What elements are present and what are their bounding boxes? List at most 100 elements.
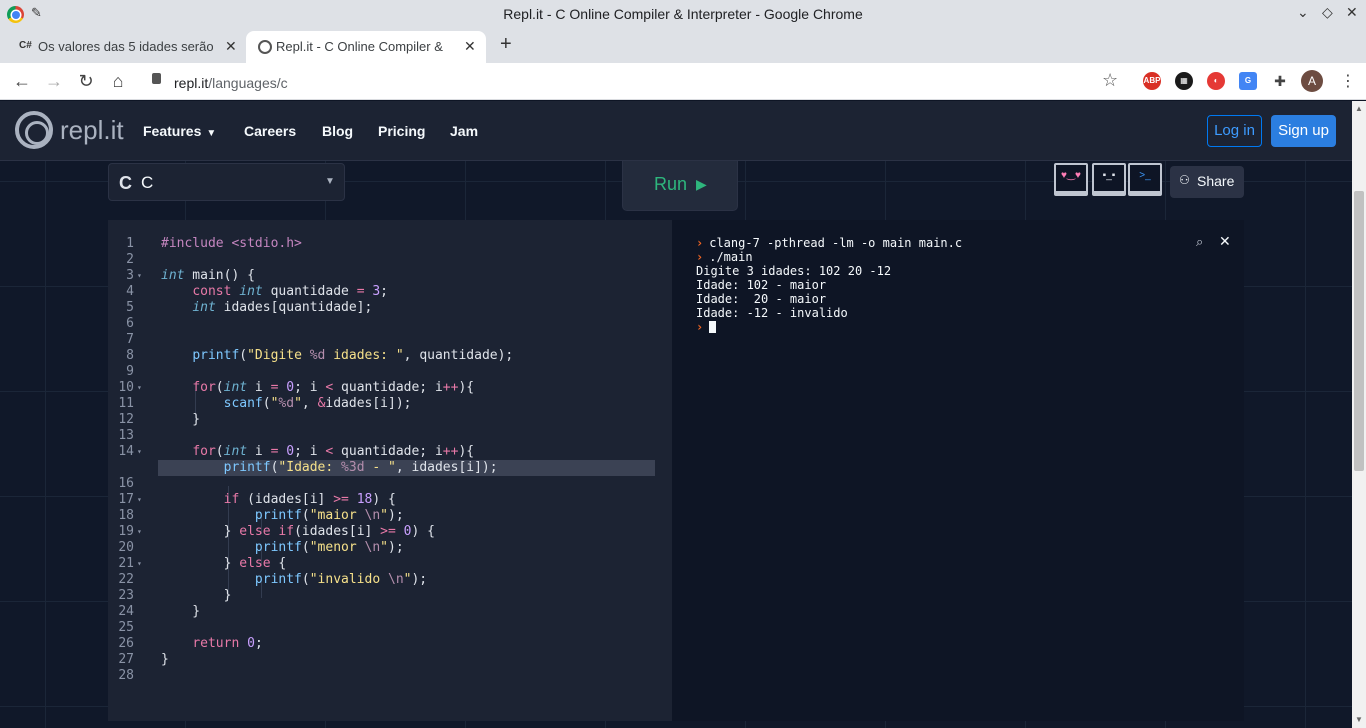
theme-neutral-icon[interactable]: ▪_▪ — [1092, 163, 1126, 196]
fold-chevron-icon[interactable]: ▾ — [137, 524, 142, 540]
extension-icon[interactable]: ▦ — [1175, 72, 1193, 90]
code-line[interactable]: 20 printf("menor \n"); — [108, 540, 672, 556]
reload-icon[interactable]: ↻ — [76, 71, 96, 92]
theme-love-icon[interactable]: ♥‿♥ — [1054, 163, 1088, 196]
nav-features[interactable]: Features ▼ — [143, 123, 216, 139]
language-select[interactable]: C C ▼ — [108, 163, 345, 201]
tab-label: Os valores das 5 idades serão — [38, 39, 213, 54]
code-line[interactable]: 2 — [108, 252, 672, 268]
clear-console-icon[interactable]: ✕ — [1219, 233, 1231, 250]
lock-icon[interactable] — [152, 73, 161, 84]
code-line[interactable]: 27} — [108, 652, 672, 668]
close-tab-icon[interactable]: ✕ — [464, 38, 476, 55]
code-line[interactable]: 10 ▾ for(int i = 0; i < quantidade; i++){ — [108, 380, 672, 396]
tab-label: Repl.it - C Online Compiler & I — [276, 39, 446, 54]
nav-jam[interactable]: Jam — [450, 123, 478, 139]
code-line[interactable]: 5 int idades[quantidade]; — [108, 300, 672, 316]
scrollbar-thumb[interactable] — [1354, 191, 1364, 471]
logo-text[interactable]: repl.it — [60, 115, 124, 146]
profile-avatar[interactable]: A — [1301, 70, 1323, 92]
language-label: C — [141, 173, 154, 192]
bookmark-star-icon[interactable]: ☆ — [1102, 70, 1118, 91]
home-icon[interactable]: ⌂ — [108, 71, 128, 92]
forward-icon[interactable]: → — [44, 71, 64, 92]
code-line[interactable]: 25 — [108, 620, 672, 636]
signup-button[interactable]: Sign up — [1271, 115, 1336, 147]
code-line[interactable]: 17 ▾ if (idades[i] >= 18) { — [108, 492, 672, 508]
scroll-up-icon[interactable]: ▲ — [1355, 104, 1363, 113]
code-line[interactable]: 7 — [108, 332, 672, 348]
share-button[interactable]: ⚇ Share — [1170, 166, 1244, 198]
browser-toolbar: ← → ↻ ⌂ repl.it/languages/c ☆ ABP ▦ ◐ G … — [0, 63, 1366, 100]
close-tab-icon[interactable]: ✕ — [225, 38, 237, 55]
code-line[interactable]: 16 — [108, 476, 672, 492]
tab-os-valores[interactable]: C# Os valores das 5 idades serão ✕ — [8, 31, 244, 63]
line-number: 6 — [126, 316, 134, 331]
code-text: if (idades[i] >= 18) { — [223, 492, 396, 507]
fold-chevron-icon[interactable]: ▾ — [137, 268, 142, 284]
line-number: 19 — [118, 524, 134, 539]
fold-chevron-icon[interactable]: ▾ — [137, 492, 142, 508]
code-line[interactable]: 1 #include <stdio.h> — [108, 236, 672, 252]
maximize-icon[interactable]: ◇ — [1322, 4, 1333, 21]
code-line[interactable]: 18 printf("maior \n"); — [108, 508, 672, 524]
code-line[interactable]: 22 printf("invalido \n"); — [108, 572, 672, 588]
code-line[interactable]: 13 — [108, 428, 672, 444]
code-text: printf("invalido \n"); — [254, 572, 428, 587]
line-number: 28 — [118, 668, 134, 683]
address-bar[interactable]: repl.it/languages/c ☆ — [142, 66, 1132, 96]
line-number: 17 — [118, 492, 134, 507]
minimize-icon[interactable]: ⌄ — [1297, 4, 1309, 21]
scroll-down-icon[interactable]: ▼ — [1355, 715, 1363, 724]
fold-chevron-icon[interactable]: ▾ — [137, 556, 142, 572]
code-editor[interactable]: 1 #include <stdio.h> 2 3 ▾ int main() {4 cons… — [108, 220, 672, 721]
code-line[interactable]: 21 ▾ } else { — [108, 556, 672, 572]
page-scrollbar[interactable]: ▲ ▼ — [1352, 101, 1366, 728]
chevron-down-icon: ▼ — [325, 176, 335, 187]
code-text: printf("maior \n"); — [254, 508, 404, 523]
code-line[interactable]: 8 printf("Digite %d idades: ", quantidad… — [108, 348, 672, 364]
console-input-line[interactable]: › — [696, 320, 717, 334]
replit-favicon — [258, 40, 272, 54]
fold-chevron-icon[interactable]: ▾ — [137, 444, 142, 460]
tab-replit[interactable]: Repl.it - C Online Compiler & I ✕ — [246, 31, 486, 63]
code-text: for(int i = 0; i < quantidade; i++){ — [192, 444, 475, 459]
line-number: 5 — [126, 300, 134, 315]
code-line[interactable]: 3 ▾ int main() { — [108, 268, 672, 284]
code-line[interactable]: 9 — [108, 364, 672, 380]
menu-kebab-icon[interactable]: ⋮ — [1340, 71, 1356, 91]
replit-logo-icon[interactable] — [15, 111, 53, 149]
login-button[interactable]: Log in — [1207, 115, 1262, 147]
translate-icon[interactable]: G — [1239, 72, 1257, 90]
code-line[interactable]: 12 } — [108, 412, 672, 428]
code-line[interactable]: 4 const int quantidade = 3; — [108, 284, 672, 300]
code-line[interactable]: 11 scanf("%d", &idades[i]); — [108, 396, 672, 412]
console-output: Idade: 102 - maior — [696, 278, 826, 292]
back-icon[interactable]: ← — [12, 71, 32, 92]
code-line[interactable]: 19 ▾ } else if(idades[i] >= 0) { — [108, 524, 672, 540]
code-line[interactable]: 15 printf("Idade: %3d - ", idades[i]);15 — [158, 460, 655, 476]
search-icon[interactable]: ⌕ — [1196, 234, 1203, 250]
theme-terminal-icon[interactable]: >_ — [1128, 163, 1162, 196]
puzzle-icon[interactable]: ✚ — [1271, 72, 1289, 90]
fold-chevron-icon[interactable]: ▾ — [137, 380, 142, 396]
nav-blog[interactable]: Blog — [322, 123, 353, 139]
console-text: Idade: 20 - maior — [696, 292, 827, 306]
console-panel[interactable]: ⌕ ✕ › clang-7 -pthread -lm -o main main.c… — [672, 220, 1244, 721]
nav-careers[interactable]: Careers — [244, 123, 296, 139]
code-line[interactable]: 14 ▾ for(int i = 0; i < quantidade; i++){ — [108, 444, 672, 460]
adblock-icon[interactable]: ABP — [1143, 72, 1161, 90]
run-button[interactable]: Run ▶ — [622, 161, 738, 211]
nav-pricing[interactable]: Pricing — [378, 123, 425, 139]
code-line[interactable]: 6 — [108, 316, 672, 332]
console-output: Digite 3 idades: 102 20 -12 — [696, 264, 891, 278]
close-window-icon[interactable]: ✕ — [1346, 4, 1358, 21]
extension-red-icon[interactable]: ◐ — [1207, 72, 1225, 90]
new-tab-icon[interactable]: + — [500, 33, 512, 56]
code-line[interactable]: 24 } — [108, 604, 672, 620]
code-line[interactable]: 26 return 0; — [108, 636, 672, 652]
code-line[interactable]: 28 — [108, 668, 672, 684]
line-number: 7 — [126, 332, 134, 347]
line-number: 10 — [118, 380, 134, 395]
code-line[interactable]: 23 } — [108, 588, 672, 604]
